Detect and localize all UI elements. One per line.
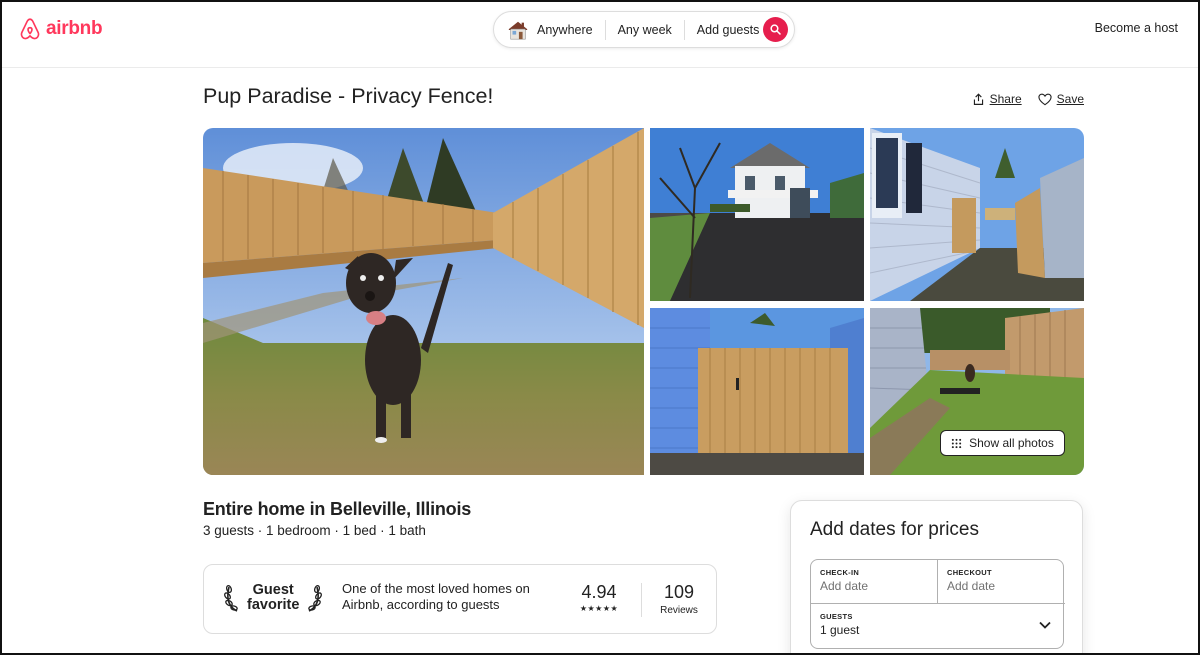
rating-block: 4.94 ★★★★★ (574, 582, 624, 613)
header: airbnb Anywhere Any week Add guests Beco… (0, 0, 1200, 68)
search-any-week[interactable]: Any week (606, 23, 684, 37)
share-icon (973, 92, 983, 105)
photo-gallery (203, 128, 1084, 475)
photo-house-driveway[interactable] (650, 128, 864, 301)
photo-side-yard-gate[interactable] (870, 128, 1084, 301)
listing-actions: Share Save (972, 92, 1084, 106)
booking-title: Add dates for prices (810, 519, 979, 540)
show-all-photos-label: Show all photos (969, 436, 1054, 450)
laurel-left-icon (224, 584, 238, 612)
share-button[interactable]: Share (972, 92, 1022, 106)
search-add-guests[interactable]: Add guests (685, 23, 772, 37)
guest-favorite-description: One of the most loved homes on Airbnb, a… (342, 581, 530, 612)
listing-details: 3 guests · 1 bedroom · 1 bed · 1 bath (203, 523, 426, 538)
checkin-value: Add date (820, 579, 869, 593)
reviews-count: 109 (663, 582, 695, 602)
search-anywhere[interactable]: Anywhere (529, 23, 605, 37)
grid-icon (951, 438, 962, 448)
guest-favorite-line1: Guest (252, 582, 294, 598)
checkin-field[interactable]: CHECK-IN Add date (811, 560, 938, 604)
photo-main-dog-yard[interactable] (203, 128, 644, 475)
photo-wooden-gate[interactable] (650, 308, 864, 475)
heart-icon (1038, 93, 1052, 105)
listing-title: Pup Paradise - Privacy Fence! (203, 84, 494, 108)
checkout-label: CHECKOUT (947, 568, 992, 577)
save-button[interactable]: Save (1038, 92, 1084, 106)
airbnb-logo-icon (20, 18, 40, 40)
guest-favorite-badge: Guest favorite (224, 583, 323, 613)
guests-select[interactable]: GUESTS 1 guest (811, 604, 1063, 648)
checkout-value: Add date (947, 579, 996, 593)
house-icon (508, 21, 528, 39)
guest-favorite-line2: favorite (247, 597, 300, 613)
booking-inputs: CHECK-IN Add date CHECKOUT Add date GUES… (810, 559, 1065, 649)
rating-stars: ★★★★★ (579, 604, 619, 613)
laurel-right-icon (308, 584, 323, 612)
guest-favorite-label: Guest favorite (247, 583, 299, 613)
booking-card: Add dates for prices CHECK-IN Add date C… (790, 500, 1083, 655)
reviews-block[interactable]: 109 Reviews (654, 582, 704, 616)
checkout-field[interactable]: CHECKOUT Add date (938, 560, 1065, 604)
listing-type-location: Entire home in Belleville, Illinois (203, 499, 472, 519)
guest-favorite-card[interactable]: Guest favorite One of the most loved hom… (203, 564, 717, 634)
search-bar[interactable]: Anywhere Any week Add guests (493, 11, 795, 48)
share-label: Share (989, 92, 1022, 106)
guests-value: 1 guest (820, 623, 860, 637)
search-icon (770, 24, 781, 35)
rating-value: 4.94 (581, 582, 617, 602)
chevron-down-icon (1039, 621, 1051, 629)
reviews-label: Reviews (660, 605, 698, 616)
rating-divider (641, 583, 642, 617)
show-all-photos-button[interactable]: Show all photos (940, 430, 1065, 456)
guests-label: GUESTS (820, 612, 853, 621)
checkin-label: CHECK-IN (820, 568, 860, 577)
save-label: Save (1056, 92, 1084, 106)
search-button[interactable] (763, 17, 788, 42)
airbnb-logo[interactable]: airbnb (18, 16, 103, 42)
become-host-link[interactable]: Become a host (1095, 21, 1178, 35)
logo-text: airbnb (46, 18, 103, 39)
